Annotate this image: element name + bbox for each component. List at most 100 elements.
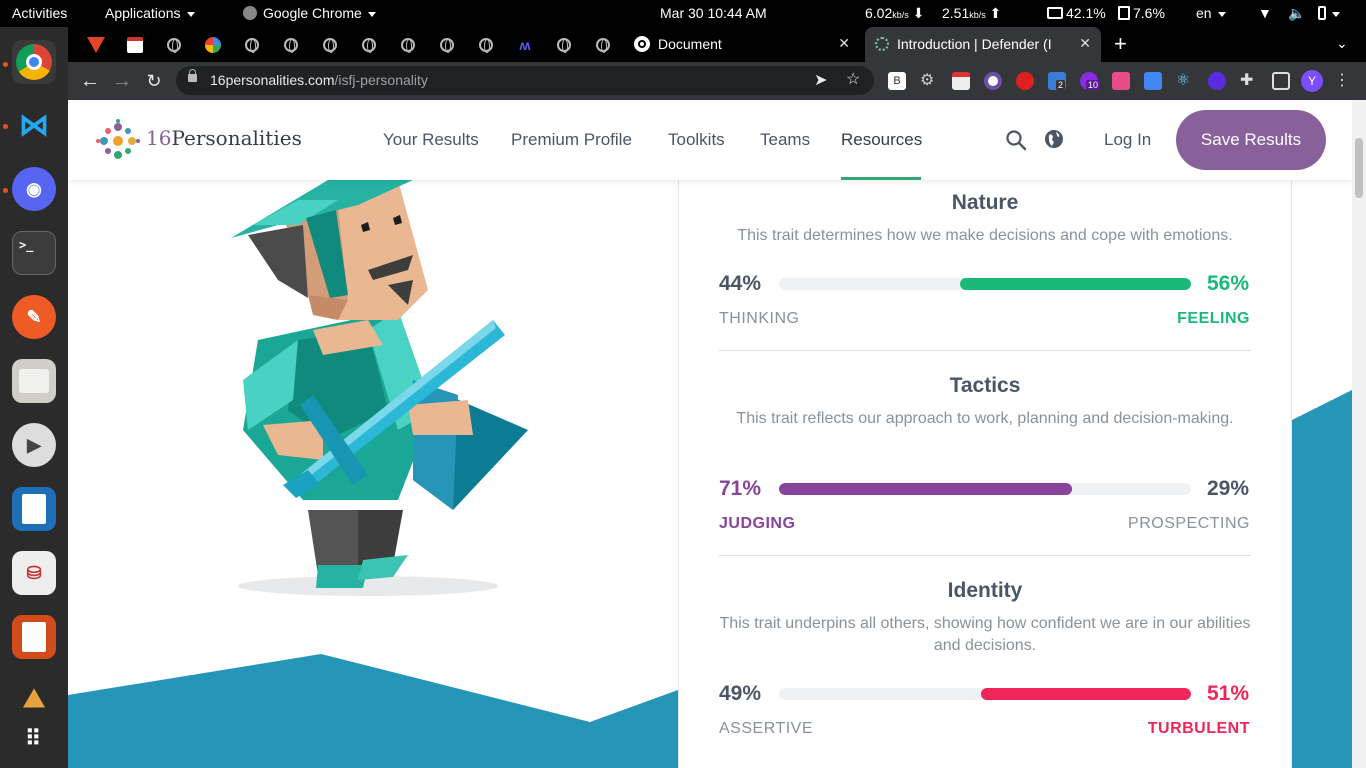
tab-document[interactable]: Document ✕: [624, 27, 860, 62]
pink-extension-icon[interactable]: [1112, 72, 1130, 90]
nav-toolkits[interactable]: Toolkits: [668, 130, 725, 150]
document-viewer-icon[interactable]: ⛁: [12, 551, 56, 595]
badge-extension-icon[interactable]: 2: [1048, 72, 1066, 90]
forward-button[interactable]: →: [109, 68, 135, 94]
tab-search-chevron-icon[interactable]: ⌄: [1336, 35, 1348, 52]
new-tab-button[interactable]: +: [1114, 31, 1127, 57]
gitlab-tab-icon[interactable]: [86, 35, 106, 55]
circle-extension-icon[interactable]: [984, 72, 1002, 90]
illustration-panel: [68, 180, 678, 768]
lock-icon: [188, 69, 197, 82]
show-apps-icon[interactable]: ⠿: [12, 717, 56, 761]
activities-button[interactable]: Activities: [12, 5, 67, 21]
mw-tab-icon[interactable]: ʍ: [515, 35, 535, 55]
language-menu[interactable]: en: [1196, 5, 1226, 21]
extension-b-icon[interactable]: B: [888, 72, 906, 90]
postman-icon[interactable]: ✎: [12, 295, 56, 339]
page-scrollbar[interactable]: [1352, 100, 1366, 768]
globe-tab-icon[interactable]: [554, 35, 574, 55]
discord-icon[interactable]: ◉: [12, 167, 56, 211]
trait-left-percent: 49%: [719, 682, 762, 705]
globe-tab-icon[interactable]: [281, 35, 301, 55]
globe-tab-icon[interactable]: [437, 35, 457, 55]
back-button[interactable]: ←: [77, 68, 103, 94]
menu-kebab-icon[interactable]: ⋮: [1334, 72, 1352, 90]
globe-tab-icon[interactable]: [164, 35, 184, 55]
battery-icon[interactable]: [1318, 5, 1340, 21]
trait-right-label: TURBULENT: [1147, 720, 1250, 737]
gear-extension-icon[interactable]: ⚙: [920, 72, 938, 90]
nav-your-results[interactable]: Your Results: [383, 130, 479, 150]
trait-left-percent: 71%: [719, 477, 762, 500]
translate-extension-icon[interactable]: [1144, 72, 1162, 90]
trait-nature: Nature This trait determines how we make…: [719, 191, 1251, 247]
bookmark-star-icon[interactable]: ☆: [846, 69, 860, 89]
running-indicator: [3, 124, 8, 129]
login-link[interactable]: Log In: [1104, 130, 1151, 150]
trait-title: Identity: [947, 579, 1023, 602]
nav-teams[interactable]: Teams: [760, 130, 810, 150]
video-player-icon[interactable]: ▶: [12, 423, 56, 467]
system-top-bar: Activities Applications Google Chrome Ma…: [0, 0, 1366, 27]
send-icon[interactable]: ➤: [814, 70, 827, 90]
trait-right-label: FEELING: [1177, 310, 1250, 327]
hand-extension-icon[interactable]: [1016, 72, 1034, 90]
chrome-icon[interactable]: [12, 40, 56, 84]
nav-resources[interactable]: Resources: [841, 130, 922, 150]
address-bar[interactable]: 16personalities.com/isfj-personality ➤ ☆: [176, 66, 874, 95]
google-tab-icon[interactable]: [203, 35, 223, 55]
clock[interactable]: Mar 30 10:44 AM: [660, 5, 767, 21]
volume-icon[interactable]: 🔈: [1288, 5, 1305, 22]
tab-title: Introduction | Defender (I: [897, 36, 1052, 52]
app-tab-icon[interactable]: [125, 35, 145, 55]
purple-extension-icon[interactable]: [1208, 72, 1226, 90]
puzzle-extensions-icon[interactable]: ✚: [1240, 72, 1258, 90]
calendar-extension-icon[interactable]: [952, 72, 970, 90]
close-tab-icon[interactable]: ✕: [838, 35, 850, 52]
terminal-icon[interactable]: >_: [12, 231, 56, 275]
profile-avatar[interactable]: Y: [1301, 70, 1323, 92]
right-background-wave: [1292, 390, 1352, 768]
vscode-icon[interactable]: ⋈: [12, 103, 56, 147]
language-globe-icon[interactable]: [1043, 128, 1065, 150]
trait-card: Nature This trait determines how we make…: [678, 180, 1292, 768]
trait-description: This trait reflects our approach to work…: [736, 410, 1234, 427]
impress-icon[interactable]: [12, 615, 56, 659]
globe-tab-icon[interactable]: [398, 35, 418, 55]
divider: [719, 555, 1251, 556]
trait-identity: Identity This trait underpins all others…: [719, 579, 1251, 657]
wifi-icon[interactable]: ▼: [1258, 5, 1272, 21]
applications-menu[interactable]: Applications: [105, 5, 195, 21]
trait-bar-fill: [779, 483, 1072, 495]
globe-tab-icon[interactable]: [242, 35, 262, 55]
globe-tab-icon[interactable]: [320, 35, 340, 55]
16personalities-logo-icon[interactable]: [96, 119, 140, 163]
search-icon[interactable]: [1005, 129, 1027, 151]
globe-tab-icon[interactable]: [593, 35, 613, 55]
globe-tab-icon[interactable]: [359, 35, 379, 55]
reload-button[interactable]: ↻: [141, 68, 167, 94]
url-host: 16personalities.com: [210, 72, 335, 88]
logo-wordmark[interactable]: 16Personalities: [146, 126, 302, 150]
side-panel-icon[interactable]: [1272, 72, 1290, 90]
files-icon[interactable]: [12, 359, 56, 403]
active-nav-underline: [841, 177, 921, 180]
chrome-small-icon: [243, 6, 257, 20]
trait-right-percent: 29%: [1207, 477, 1250, 500]
running-indicator: [3, 188, 8, 193]
badge-extension-icon[interactable]: 10: [1080, 72, 1101, 90]
writer-icon[interactable]: [12, 487, 56, 531]
react-devtools-icon[interactable]: ⚛: [1176, 72, 1194, 90]
globe-tab-icon[interactable]: [476, 35, 496, 55]
nav-premium-profile[interactable]: Premium Profile: [511, 130, 632, 150]
close-tab-icon[interactable]: ✕: [1079, 35, 1091, 52]
trait-left-label: THINKING: [719, 310, 800, 327]
trait-bar: [779, 483, 1191, 495]
save-results-button[interactable]: Save Results: [1176, 110, 1326, 170]
16personalities-favicon: [875, 37, 889, 51]
app-menu[interactable]: Google Chrome: [243, 5, 376, 21]
web-page: 16Personalities Your Results Premium Pro…: [68, 100, 1352, 768]
mountains-app-icon[interactable]: ⛰: [12, 677, 56, 721]
tab-introduction-defender[interactable]: Introduction | Defender (I ✕: [865, 27, 1101, 62]
scrollbar-thumb[interactable]: [1355, 138, 1363, 198]
